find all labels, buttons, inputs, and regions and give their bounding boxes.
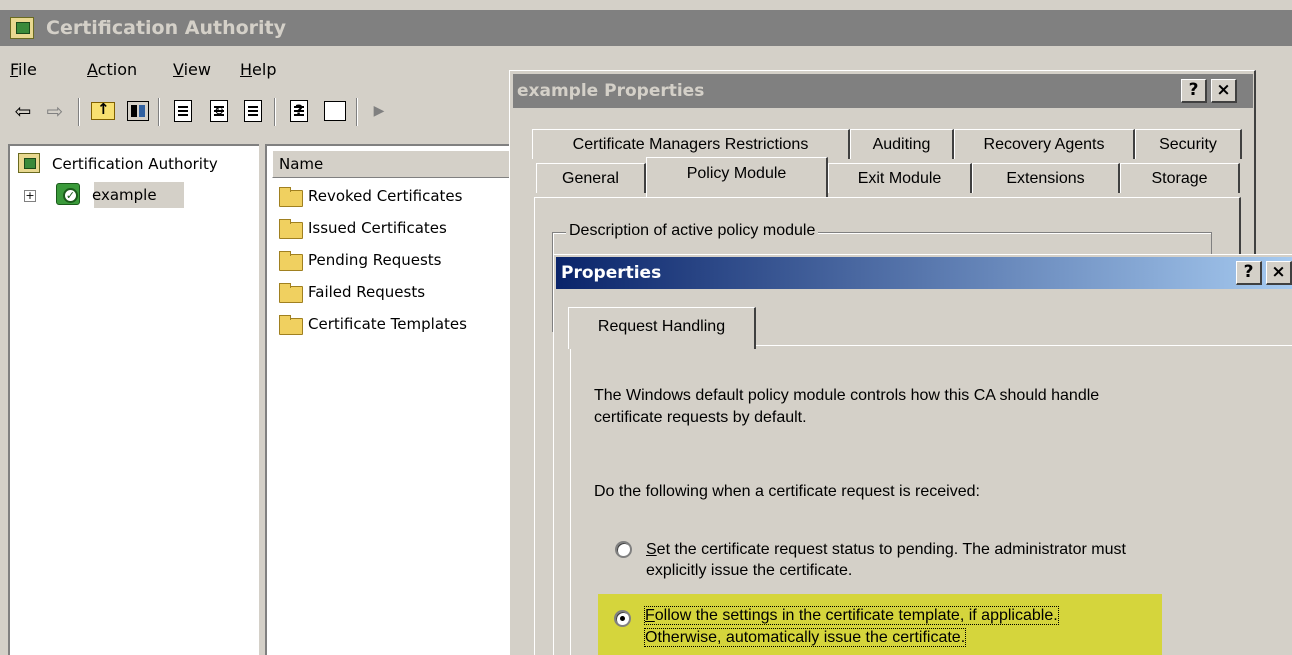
example-dialog-title: example Properties xyxy=(517,81,705,101)
menu-help[interactable]: Help xyxy=(240,60,276,79)
properties-icon[interactable] xyxy=(168,96,198,126)
tab-recovery-agents[interactable]: Recovery Agents xyxy=(954,129,1135,159)
refresh-icon[interactable]: ↻ xyxy=(204,96,234,126)
intro-text-line-1: The Windows default policy module contro… xyxy=(594,387,1100,404)
menu-view-label: iew xyxy=(183,60,211,79)
tab-auditing[interactable]: Auditing xyxy=(850,129,954,159)
menu-action-accel: A xyxy=(87,60,98,79)
folder-icon xyxy=(279,251,303,271)
close-button[interactable]: × xyxy=(1266,261,1292,285)
intro-text-line-2: certificate requests by default. xyxy=(594,409,807,426)
back-arrow-icon[interactable]: ⇦ xyxy=(8,96,38,126)
menu-file-label: ile xyxy=(18,60,37,79)
menu-file[interactable]: File xyxy=(10,60,37,79)
folder-icon xyxy=(279,187,303,207)
groupbox-label: Description of active policy module xyxy=(566,222,819,240)
ca-certificate-icon: ✓ xyxy=(56,181,82,207)
properties-dialog-titlebar[interactable]: Properties ? × xyxy=(556,257,1292,289)
tab-policy-module[interactable]: Policy Module xyxy=(646,157,828,197)
menu-help-label: elp xyxy=(252,60,277,79)
tab-extensions[interactable]: Extensions xyxy=(972,163,1120,193)
option-follow-template-line-1[interactable]: Follow the settings in the certificate t… xyxy=(644,605,1059,626)
toolbar-separator xyxy=(356,98,358,126)
menu-bar: File Action View Help xyxy=(0,58,500,84)
option-follow-accel: F xyxy=(645,607,655,624)
toolbar-separator xyxy=(274,98,276,126)
help-icon[interactable]: ? xyxy=(284,96,314,126)
main-window-title: Certification Authority xyxy=(46,17,286,39)
menu-view[interactable]: View xyxy=(173,60,211,79)
radio-follow-template[interactable] xyxy=(614,610,631,627)
tab-general[interactable]: General xyxy=(536,163,646,193)
toolbar: ⇦ ⇨ ↻ ? ▶ xyxy=(8,96,503,132)
folder-icon xyxy=(279,283,303,303)
option-follow-line-2-text: Otherwise, automatically issue the certi… xyxy=(643,628,967,647)
tab-request-handling[interactable]: Request Handling xyxy=(568,307,756,349)
tab-certificate-managers-restrictions[interactable]: Certificate Managers Restrictions xyxy=(532,129,850,159)
show-hide-console-tree-icon[interactable] xyxy=(123,96,153,126)
menu-help-accel: H xyxy=(240,60,253,79)
tree-root-label: Certification Authority xyxy=(52,155,218,173)
menu-view-accel: V xyxy=(173,60,184,79)
option-pending-text: et the certificate request status to pen… xyxy=(656,541,1126,558)
tab-storage[interactable]: Storage xyxy=(1120,163,1240,193)
help-button[interactable]: ? xyxy=(1236,261,1262,285)
option-pending-accel: S xyxy=(646,541,657,558)
certification-authority-icon xyxy=(18,153,40,173)
console-tree-pane[interactable]: Certification Authority + ✓ example xyxy=(8,144,259,655)
option-follow-text: ollow the settings in the certificate te… xyxy=(654,607,1058,624)
example-dialog-titlebar[interactable]: example Properties ? × xyxy=(513,74,1253,108)
tree-child-label: example xyxy=(92,186,157,204)
tab-exit-module[interactable]: Exit Module xyxy=(828,163,972,193)
folder-icon xyxy=(279,315,303,335)
help-button[interactable]: ? xyxy=(1181,79,1207,103)
toolbar-separator xyxy=(78,98,80,126)
up-folder-icon[interactable] xyxy=(88,96,118,126)
tab-security[interactable]: Security xyxy=(1135,129,1242,159)
option-pending-line-1[interactable]: Set the certificate request status to pe… xyxy=(646,539,1126,560)
option-follow-template-line-2: Otherwise, automatically issue the certi… xyxy=(643,627,967,648)
column-header-name[interactable]: Name xyxy=(272,150,522,178)
close-button[interactable]: × xyxy=(1211,79,1237,103)
main-titlebar[interactable]: Certification Authority xyxy=(0,10,1292,46)
radio-set-pending[interactable] xyxy=(615,541,632,558)
results-list-pane[interactable]: Name Revoked Certificates Issued Certifi… xyxy=(265,144,522,655)
prompt-text: Do the following when a certificate requ… xyxy=(594,483,980,500)
show-hide-action-pane-icon[interactable] xyxy=(320,96,350,126)
play-icon[interactable]: ▶ xyxy=(364,96,394,126)
menu-action[interactable]: Action xyxy=(87,60,137,79)
toolbar-separator xyxy=(158,98,160,126)
menu-file-accel: F xyxy=(10,60,19,79)
folder-icon xyxy=(279,219,303,239)
menu-action-label: ction xyxy=(97,60,138,79)
export-list-icon[interactable] xyxy=(238,96,268,126)
expand-plus-icon[interactable]: + xyxy=(24,190,36,202)
properties-dialog-title: Properties xyxy=(561,263,662,283)
forward-arrow-icon[interactable]: ⇨ xyxy=(40,96,70,126)
option-pending-line-2: explicitly issue the certificate. xyxy=(646,562,853,579)
certification-authority-app-icon xyxy=(10,17,34,39)
